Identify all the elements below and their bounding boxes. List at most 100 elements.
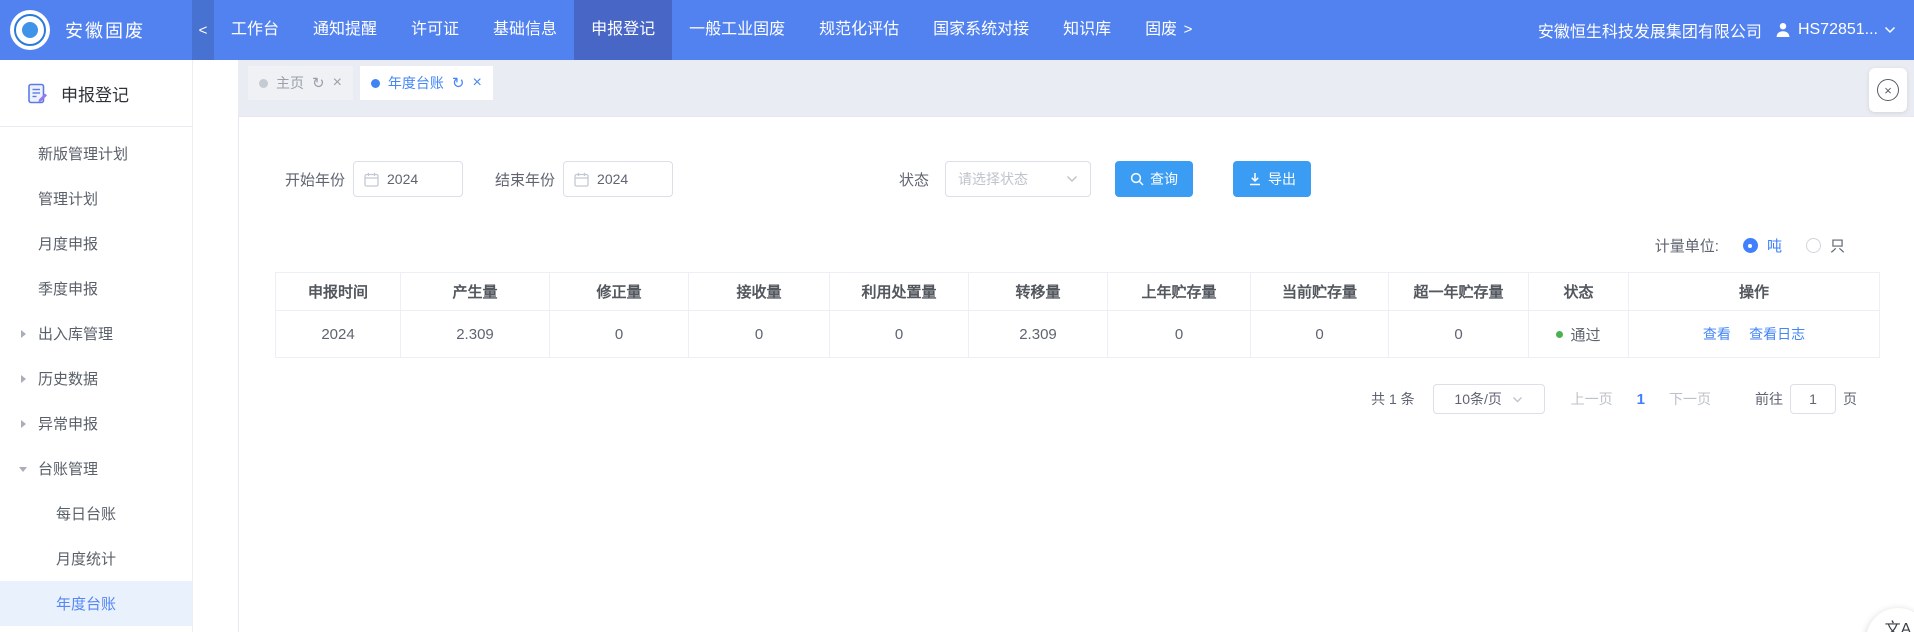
tab-home[interactable]: 主页 ↻ × (248, 66, 353, 100)
sidebar-item-new-management-plan[interactable]: 新版管理计划 (0, 131, 192, 176)
sidebar-item-management-plan[interactable]: 管理计划 (0, 176, 192, 221)
content-panel: 开始年份 结束年份 (238, 116, 1914, 632)
user-icon (1774, 21, 1792, 39)
col-actions: 操作 (1629, 273, 1880, 311)
caret-down-icon (19, 467, 27, 472)
radio-selected-icon (1743, 238, 1758, 253)
sidebar-item-inout-warehouse[interactable]: 出入库管理 (0, 311, 192, 356)
tab-label: 主页 (276, 73, 304, 93)
pagination-total: 共 1 条 (1371, 389, 1415, 409)
sidebar-item-history-data[interactable]: 历史数据 (0, 356, 192, 401)
cell-actions: 查看 查看日志 (1629, 311, 1880, 358)
col-prev-year-storage: 上年贮存量 (1108, 273, 1251, 311)
nav-item-standardization-evaluation[interactable]: 规范化评估 (802, 0, 916, 60)
nav-item-basic-info[interactable]: 基础信息 (476, 0, 574, 60)
tab-dot-icon (371, 79, 380, 88)
cell-transferred: 2.309 (969, 311, 1108, 358)
status-badge: 通过 (1570, 324, 1600, 345)
unit-row: 计量单位: 吨 只 (239, 235, 1914, 256)
view-link[interactable]: 查看 (1703, 326, 1731, 342)
tab-label: 年度台账 (388, 73, 444, 93)
sidebar-item-monthly-stats[interactable]: 月度统计 (0, 536, 192, 581)
nav-item-notifications[interactable]: 通知提醒 (296, 0, 394, 60)
search-icon (1130, 172, 1144, 186)
next-page-button[interactable]: 下一页 (1669, 389, 1711, 409)
nav-scroll-left-icon[interactable]: < (192, 0, 214, 60)
end-year-input[interactable] (597, 171, 657, 187)
nav-item-declaration[interactable]: 申报登记 (574, 0, 672, 60)
calendar-icon (364, 172, 379, 187)
chevron-down-icon (1066, 175, 1078, 183)
sidebar-menu: 新版管理计划 管理计划 月度申报 季度申报 出入库管理 历史数据 异常申报 台账… (0, 127, 192, 626)
app-title: 安徽固废 (65, 17, 145, 43)
sidebar-item-annual-ledger[interactable]: 年度台账 (0, 581, 192, 626)
filter-row: 开始年份 结束年份 (285, 161, 1914, 197)
nav-item-license[interactable]: 许可证 (394, 0, 476, 60)
main-area: 主页 ↻ × 年度台账 ↻ × × 开始年份 (193, 60, 1914, 632)
cell-corrected: 0 (550, 311, 689, 358)
table-row: 2024 2.309 0 0 0 2.309 0 0 0 通过 (276, 311, 1880, 358)
status-label: 状态 (899, 169, 929, 190)
cell-utilized-disposed: 0 (830, 311, 969, 358)
page-size-select[interactable]: 10条/页 (1433, 384, 1545, 414)
tab-annual-ledger[interactable]: 年度台账 ↻ × (360, 66, 493, 100)
caret-right-icon (21, 330, 26, 338)
sidebar-item-label: 台账管理 (38, 458, 98, 479)
cell-generated: 2.309 (401, 311, 550, 358)
nav-item-waste-transfer[interactable]: 固废转 (1128, 0, 1176, 60)
page-size-value: 10条/页 (1454, 389, 1501, 409)
end-year-picker[interactable] (563, 161, 673, 197)
brand: 安徽固废 (0, 0, 192, 60)
export-button[interactable]: 导出 (1233, 161, 1311, 197)
sidebar-title: 申报登记 (61, 81, 129, 106)
annual-ledger-table: 申报时间 产生量 修正量 接收量 利用处置量 转移量 上年贮存量 当前贮存量 超… (275, 272, 1880, 358)
company-name: 安徽恒生科技发展集团有限公司 (1538, 18, 1762, 42)
close-all-tabs-button[interactable]: × (1869, 68, 1907, 112)
sidebar-item-monthly-declaration[interactable]: 月度申报 (0, 221, 192, 266)
cell-status: 通过 (1529, 311, 1629, 358)
tab-dot-icon (259, 79, 268, 88)
goto-page-input[interactable] (1790, 384, 1836, 414)
unit-option-piece[interactable]: 只 (1806, 235, 1845, 256)
unit-option-ton[interactable]: 吨 (1743, 235, 1782, 256)
export-button-label: 导出 (1268, 169, 1296, 189)
username: HS72851... (1798, 21, 1878, 39)
sidebar-header: 申报登记 (0, 60, 192, 127)
col-corrected: 修正量 (550, 273, 689, 311)
cell-over-one-year-storage: 0 (1389, 311, 1529, 358)
search-button[interactable]: 查询 (1115, 161, 1193, 197)
sidebar-item-label: 历史数据 (38, 368, 98, 389)
close-icon[interactable]: × (333, 75, 342, 91)
nav-item-workbench[interactable]: 工作台 (214, 0, 296, 60)
user-menu[interactable]: HS72851... (1774, 21, 1896, 39)
sidebar-item-abnormal-declaration[interactable]: 异常申报 (0, 401, 192, 446)
calendar-icon (574, 172, 589, 187)
end-year-label: 结束年份 (495, 169, 555, 190)
nav-item-national-system[interactable]: 国家系统对接 (916, 0, 1046, 60)
caret-right-icon (21, 420, 26, 428)
top-navbar: 安徽固废 < 工作台 通知提醒 许可证 基础信息 申报登记 一般工业固废 规范化… (0, 0, 1914, 60)
prev-page-button[interactable]: 上一页 (1571, 389, 1613, 409)
refresh-icon[interactable]: ↻ (312, 76, 325, 91)
sidebar-item-label: 出入库管理 (38, 323, 113, 344)
download-icon (1248, 172, 1262, 186)
start-year-picker[interactable] (353, 161, 463, 197)
col-generated: 产生量 (401, 273, 550, 311)
sidebar-item-ledger-management[interactable]: 台账管理 (0, 446, 192, 491)
goto-label: 前往 (1755, 389, 1783, 409)
cell-prev-year-storage: 0 (1108, 311, 1251, 358)
sidebar-item-quarterly-declaration[interactable]: 季度申报 (0, 266, 192, 311)
current-page-button[interactable]: 1 (1637, 391, 1645, 408)
view-log-link[interactable]: 查看日志 (1749, 326, 1805, 342)
nav-item-general-industrial-waste[interactable]: 一般工业固废 (672, 0, 802, 60)
nav-scroll-right-icon[interactable]: > (1176, 0, 1200, 60)
col-transferred: 转移量 (969, 273, 1108, 311)
sidebar-item-daily-ledger[interactable]: 每日台账 (0, 491, 192, 536)
status-select[interactable]: 请选择状态 (945, 161, 1091, 197)
close-icon[interactable]: × (473, 75, 482, 91)
nav-item-knowledge-base[interactable]: 知识库 (1046, 0, 1128, 60)
start-year-input[interactable] (387, 171, 447, 187)
navbar-right: 安徽恒生科技发展集团有限公司 HS72851... (1538, 0, 1914, 60)
refresh-icon[interactable]: ↻ (452, 76, 465, 91)
cell-declare-time: 2024 (276, 311, 401, 358)
